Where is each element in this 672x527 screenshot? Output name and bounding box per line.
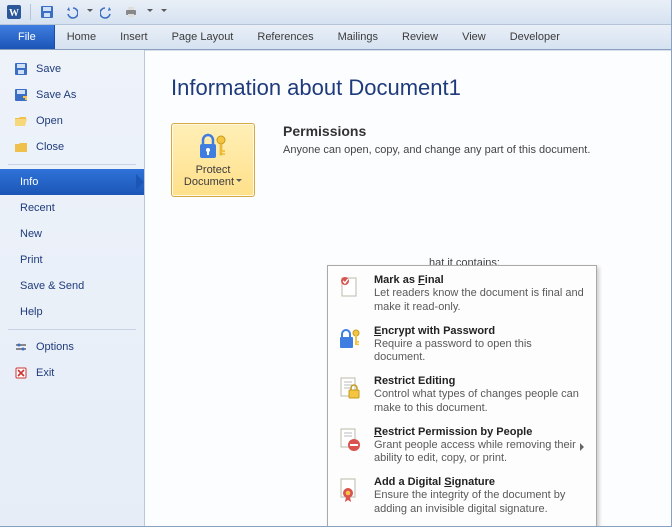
app-window: { "ribbon": { "file": "File", "tabs": ["… [0, 0, 672, 527]
sidebar-item-options[interactable]: Options [0, 334, 144, 360]
menu-item-digital-signature[interactable]: Add a Digital SignatureEnsure the integr… [330, 472, 594, 523]
menu-item-title: Mark as Final [374, 274, 586, 286]
menu-item-mark-final[interactable]: Mark as FinalLet readers know the docume… [330, 270, 594, 321]
protect-document-button[interactable]: Protect Document [171, 123, 255, 197]
options-icon [14, 340, 28, 354]
menu-item-title: Add a Digital Signature [374, 476, 586, 488]
sidebar-item-label: Save [36, 63, 61, 75]
tab-view[interactable]: View [450, 25, 498, 49]
protect-document-menu: Mark as FinalLet readers know the docume… [327, 265, 597, 527]
svg-text:W: W [9, 8, 19, 19]
menu-item-desc: Let readers know the document is final a… [374, 287, 586, 315]
sidebar-item-label: Save & Send [20, 280, 84, 292]
sidebar-item-label: Close [36, 141, 64, 153]
sidebar-item-save[interactable]: Save [0, 56, 144, 82]
menu-item-desc: Grant people access while removing their… [374, 439, 586, 467]
menu-item-title: Restrict Editing [374, 375, 586, 387]
undo-dropdown-icon[interactable] [85, 6, 93, 18]
sidebar-item-print[interactable]: Print [0, 247, 144, 273]
print-dropdown-icon[interactable] [145, 6, 153, 18]
sidebar-item-new[interactable]: New [0, 221, 144, 247]
qat-customize-icon[interactable] [159, 6, 167, 18]
ribbon-tabs: File Home Insert Page Layout References … [0, 25, 671, 50]
signature-icon [336, 476, 364, 504]
word-app-icon[interactable]: W [4, 2, 24, 22]
sidebar-item-label: Help [20, 306, 43, 318]
backstage-body: Save Save As Open Close Info Recent New … [0, 50, 671, 527]
redo-icon[interactable] [97, 2, 117, 22]
folder-close-icon [14, 140, 28, 154]
menu-item-desc: Control what types of changes people can… [374, 388, 586, 416]
tab-file[interactable]: File [0, 25, 55, 49]
chevron-down-icon [236, 179, 242, 185]
protect-document-label: Protect Document [184, 164, 242, 188]
tab-references[interactable]: References [245, 25, 325, 49]
sidebar-item-label: Info [20, 176, 38, 188]
page-title: Information about Document1 [171, 75, 651, 101]
menu-item-restrict-editing[interactable]: Restrict EditingControl what types of ch… [330, 371, 594, 422]
tab-mailings[interactable]: Mailings [326, 25, 390, 49]
restrict-editing-icon [336, 375, 364, 403]
sidebar-item-exit[interactable]: Exit [0, 360, 144, 386]
tab-page-layout[interactable]: Page Layout [160, 25, 246, 49]
lock-key-icon [196, 132, 230, 162]
submenu-arrow-icon [580, 443, 588, 451]
permissions-description: Anyone can open, copy, and change any pa… [283, 143, 590, 158]
exit-icon [14, 366, 28, 380]
menu-item-desc: Ensure the integrity of the document by … [374, 489, 586, 517]
sidebar-item-label: Print [20, 254, 43, 266]
sidebar-item-info[interactable]: Info [0, 169, 144, 195]
sidebar-separator [8, 329, 136, 330]
tab-review[interactable]: Review [390, 25, 450, 49]
qat-separator [30, 4, 31, 20]
permissions-row: Protect Document Permissions Anyone can … [171, 123, 651, 197]
tab-insert[interactable]: Insert [108, 25, 160, 49]
save-icon [14, 62, 28, 76]
sidebar-item-open[interactable]: Open [0, 108, 144, 134]
sidebar-item-label: Recent [20, 202, 55, 214]
menu-item-title: Encrypt with Password [374, 325, 586, 337]
save-as-icon [14, 88, 28, 102]
sidebar-item-save-as[interactable]: Save As [0, 82, 144, 108]
sidebar-item-label: Save As [36, 89, 76, 101]
sidebar-item-label: New [20, 228, 42, 240]
save-icon[interactable] [37, 2, 57, 22]
tab-developer[interactable]: Developer [498, 25, 572, 49]
encrypt-icon [336, 325, 364, 353]
backstage-sidebar: Save Save As Open Close Info Recent New … [0, 50, 145, 527]
menu-item-encrypt-password[interactable]: Encrypt with PasswordRequire a password … [330, 321, 594, 372]
sidebar-item-label: Open [36, 115, 63, 127]
print-icon[interactable] [121, 2, 141, 22]
tab-home[interactable]: Home [55, 25, 108, 49]
sidebar-item-label: Options [36, 341, 74, 353]
mark-final-icon [336, 274, 364, 302]
sidebar-item-label: Exit [36, 367, 54, 379]
undo-icon[interactable] [61, 2, 81, 22]
permissions-text: Permissions Anyone can open, copy, and c… [283, 123, 590, 158]
folder-open-icon [14, 114, 28, 128]
backstage-content: Information about Document1 Protect Docu… [145, 50, 671, 527]
sidebar-item-recent[interactable]: Recent [0, 195, 144, 221]
sidebar-item-help[interactable]: Help [0, 299, 144, 325]
sidebar-item-save-send[interactable]: Save & Send [0, 273, 144, 299]
menu-item-restrict-permission[interactable]: Restrict Permission by PeopleGrant peopl… [330, 422, 594, 473]
permissions-heading: Permissions [283, 123, 590, 139]
title-bar: W [0, 0, 671, 25]
restrict-permission-icon [336, 426, 364, 454]
sidebar-separator [8, 164, 136, 165]
menu-item-desc: Require a password to open this document… [374, 338, 586, 366]
sidebar-item-close[interactable]: Close [0, 134, 144, 160]
menu-item-title: Restrict Permission by People [374, 426, 586, 438]
